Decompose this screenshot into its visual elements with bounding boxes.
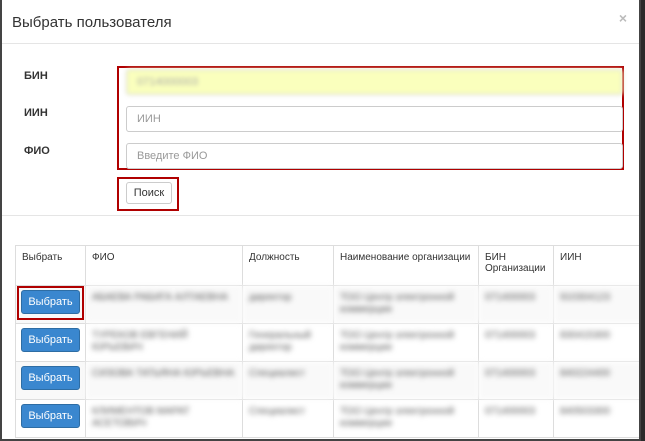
cell-fio: ТУРЕКОВ ЕВГЕНИЙ ЮРЬЕВИЧ [85, 323, 243, 362]
cell-org: ТОО Центр электронной коммерции [333, 399, 479, 438]
cell-bin: 071400003 [478, 285, 554, 324]
table-row: Выбрать КЛИМЕНТОВ МАРАТ АСЕТОВИЧ Специал… [15, 399, 639, 438]
table-row: Выбрать ТУРЕКОВ ЕВГЕНИЙ ЮРЬЕВИЧ Генераль… [15, 323, 639, 362]
cell-org: ТОО Центр электронной коммерции [333, 285, 479, 324]
cell-position: Специалист [242, 399, 334, 438]
cell-org: ТОО Центр электронной коммерции [333, 361, 479, 400]
table-row: Выбрать АБАЕВА РАБИГА АЛТАЕВНА директор … [15, 285, 639, 324]
bin-label: БИН [24, 70, 48, 82]
close-icon[interactable]: × [619, 10, 627, 26]
select-user-modal: Выбрать пользователя × БИН ИИН ФИО Поиск… [0, 0, 641, 441]
col-header-iin: ИИН [553, 245, 639, 286]
cell-bin: 071400003 [478, 399, 554, 438]
cell-fio: АБАЕВА РАБИГА АЛТАЕВНА [85, 285, 243, 324]
select-button[interactable]: Выбрать [21, 366, 80, 390]
divider [2, 215, 639, 216]
col-header-org: Наименование организации [333, 245, 479, 286]
cell-org: ТОО Центр электронной коммерции [333, 323, 479, 362]
cell-iin: 830415300 [553, 323, 639, 362]
users-table: Выбрать ФИО Должность Наименование орган… [15, 245, 639, 438]
modal-title: Выбрать пользователя [12, 14, 172, 31]
cell-bin: 071400003 [478, 323, 554, 362]
select-button[interactable]: Выбрать [21, 328, 80, 352]
table-row: Выбрать СИЗОВА ТАТЬЯНА ЮРЬЕВНА Специалис… [15, 361, 639, 400]
cell-position: Специалист [242, 361, 334, 400]
cell-bin: 071400003 [478, 361, 554, 400]
iin-field[interactable] [126, 106, 623, 132]
col-header-bin: БИН Организации [478, 245, 554, 286]
table-header-row: Выбрать ФИО Должность Наименование орган… [15, 245, 639, 286]
cell-position: Генеральный директор [242, 323, 334, 362]
select-button[interactable]: Выбрать [21, 290, 80, 314]
search-button[interactable]: Поиск [126, 182, 172, 204]
cell-iin: 840503300 [553, 399, 639, 438]
cell-fio: СИЗОВА ТАТЬЯНА ЮРЬЕВНА [85, 361, 243, 400]
col-header-fio: ФИО [85, 245, 243, 286]
cell-position: директор [242, 285, 334, 324]
iin-label: ИИН [24, 107, 48, 119]
fio-label: ФИО [24, 145, 50, 157]
cell-fio: КЛИМЕНТОВ МАРАТ АСЕТОВИЧ [85, 399, 243, 438]
col-header-select: Выбрать [15, 245, 86, 286]
cell-iin: 840224400 [553, 361, 639, 400]
bin-field[interactable] [126, 69, 623, 95]
select-button[interactable]: Выбрать [21, 404, 80, 428]
fio-field[interactable] [126, 143, 623, 169]
cell-iin: 910304123 [553, 285, 639, 324]
col-header-position: Должность [242, 245, 334, 286]
modal-header: Выбрать пользователя × [2, 0, 639, 44]
